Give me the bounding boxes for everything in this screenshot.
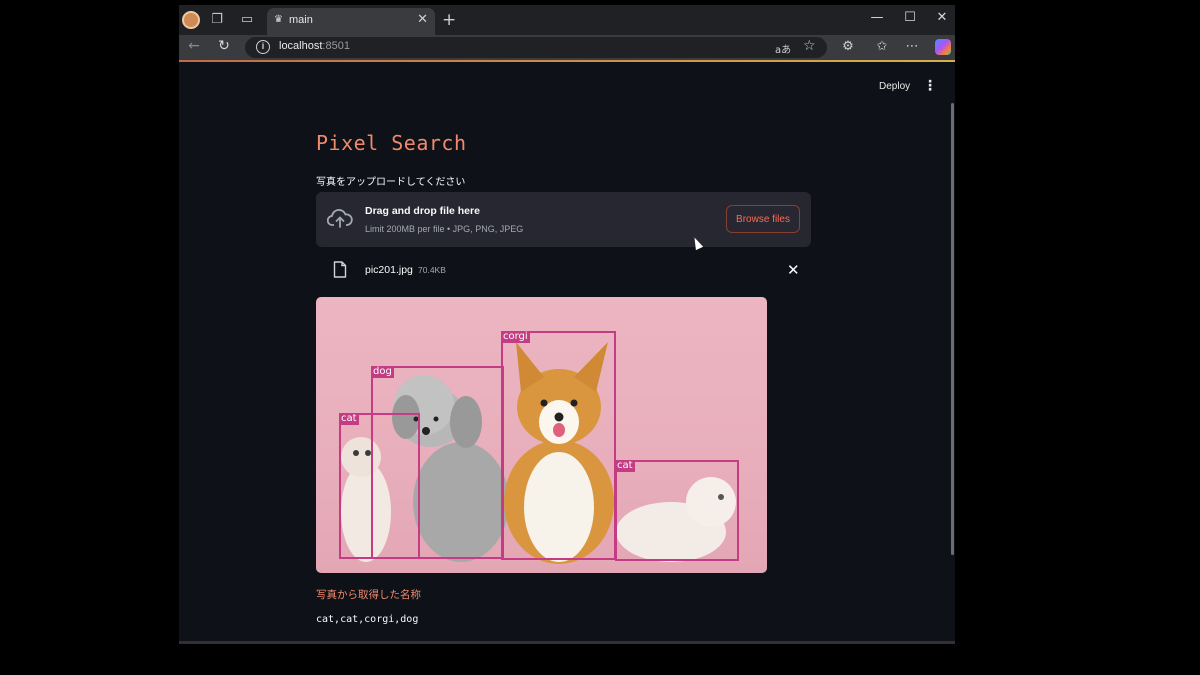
window-bottom-edge bbox=[179, 641, 955, 644]
tab-actions-icon[interactable]: ▭ bbox=[239, 12, 255, 28]
title-bar: ❐ ▭ ♛ main ✕ + — ☐ ✕ bbox=[179, 5, 955, 35]
tab-title: main bbox=[289, 14, 313, 26]
favorites-icon[interactable]: ✩ bbox=[873, 39, 891, 54]
detection-box: cat bbox=[615, 460, 739, 561]
remove-file-icon[interactable]: ✕ bbox=[787, 261, 800, 279]
dropzone-title: Drag and drop file here bbox=[365, 205, 480, 217]
new-tab-icon[interactable]: + bbox=[442, 10, 456, 30]
detection-box: corgi bbox=[501, 331, 616, 560]
address-bar[interactable]: i localhost:8501 aあ ☆ bbox=[245, 37, 827, 58]
streamlit-favicon-icon: ♛ bbox=[274, 14, 283, 25]
tab-main[interactable]: ♛ main ✕ bbox=[267, 8, 435, 35]
detection-result-image: cat dog corgi cat bbox=[316, 297, 767, 573]
extensions-icon[interactable]: ⚙ bbox=[839, 39, 857, 54]
detection-label: corgi bbox=[501, 331, 530, 343]
header-decoration-line bbox=[179, 60, 955, 62]
maximize-icon[interactable]: ☐ bbox=[900, 10, 920, 25]
browser-window: ❐ ▭ ♛ main ✕ + — ☐ ✕ ← ↻ i localhost:850… bbox=[179, 5, 955, 644]
tab-close-icon[interactable]: ✕ bbox=[417, 12, 428, 27]
workspaces-icon[interactable]: ❐ bbox=[209, 12, 225, 28]
cloud-upload-icon bbox=[327, 209, 353, 228]
result-heading: 写真から取得した名称 bbox=[316, 589, 421, 601]
more-options-icon[interactable]: ⋯ bbox=[903, 39, 921, 54]
result-names: cat,cat,corgi,dog bbox=[316, 614, 419, 625]
read-aloud-icon[interactable]: aあ bbox=[775, 41, 791, 56]
main-menu-icon[interactable]: ⋮ bbox=[923, 78, 937, 94]
dropzone-limit: Limit 200MB per file • JPG, PNG, JPEG bbox=[365, 224, 524, 234]
detection-label: dog bbox=[371, 366, 394, 378]
detection-label: cat bbox=[339, 413, 359, 425]
file-icon bbox=[333, 261, 347, 278]
url-text: localhost:8501 bbox=[279, 40, 350, 52]
detection-box: dog bbox=[371, 366, 504, 559]
back-icon[interactable]: ← bbox=[185, 38, 203, 54]
minimize-icon[interactable]: — bbox=[867, 10, 887, 25]
copilot-icon[interactable] bbox=[935, 39, 951, 55]
site-info-icon[interactable]: i bbox=[256, 40, 270, 54]
favorite-star-icon[interactable]: ☆ bbox=[803, 38, 816, 54]
browser-toolbar: ← ↻ i localhost:8501 aあ ☆ ⚙ ✩ ⋯ bbox=[179, 35, 955, 60]
deploy-button[interactable]: Deploy bbox=[879, 81, 910, 92]
file-name: pic201.jpg bbox=[365, 264, 413, 276]
file-size: 70.4KB bbox=[418, 265, 446, 275]
upload-label: 写真をアップロードしてください bbox=[316, 177, 466, 188]
scrollbar[interactable] bbox=[951, 103, 954, 555]
profile-avatar[interactable] bbox=[182, 11, 200, 29]
file-dropzone[interactable]: Drag and drop file here Limit 200MB per … bbox=[316, 192, 811, 247]
uploaded-file-row: pic201.jpg 70.4KB ✕ bbox=[316, 257, 811, 287]
browse-files-button[interactable]: Browse files bbox=[726, 205, 800, 233]
close-window-icon[interactable]: ✕ bbox=[932, 10, 952, 25]
detection-label: cat bbox=[615, 460, 635, 472]
reload-icon[interactable]: ↻ bbox=[215, 38, 233, 54]
page-title: Pixel Search bbox=[316, 131, 467, 155]
